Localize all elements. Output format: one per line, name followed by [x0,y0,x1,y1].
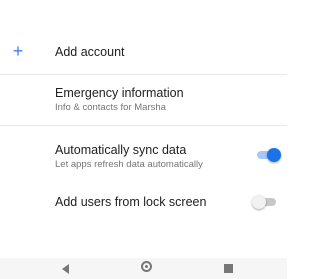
settings-screen: + Add account Emergency information Info… [0,0,287,279]
auto-sync-row[interactable]: Automatically sync data Let apps refresh… [0,126,287,178]
auto-sync-toggle[interactable] [255,148,281,162]
auto-sync-subtitle: Let apps refresh data automatically [55,159,203,170]
emergency-information-title: Emergency information [55,86,184,100]
navigation-bar [0,258,287,279]
home-icon[interactable] [141,261,152,272]
lock-screen-users-toggle[interactable] [252,195,278,209]
toggle-thumb [252,195,266,209]
emergency-information-subtitle: Info & contacts for Marsha [55,102,166,113]
add-account-row[interactable]: + Add account [0,30,287,74]
toggle-thumb [267,148,281,162]
plus-icon: + [12,41,24,61]
auto-sync-title: Automatically sync data [55,143,187,157]
back-icon[interactable] [62,264,69,274]
emergency-information-row[interactable]: Emergency information Info & contacts fo… [0,75,287,123]
recents-icon[interactable] [224,264,233,273]
lock-screen-users-row[interactable]: Add users from lock screen [0,180,287,224]
lock-screen-users-title: Add users from lock screen [55,195,207,209]
add-account-label: Add account [55,45,125,59]
